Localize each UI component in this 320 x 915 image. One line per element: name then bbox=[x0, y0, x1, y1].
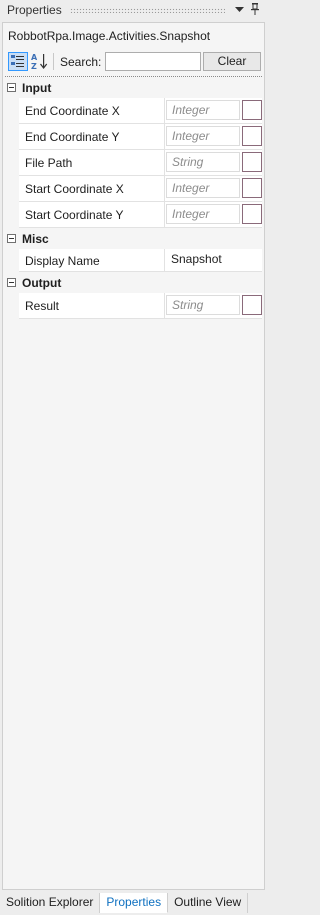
property-row-start-coordinate-x[interactable]: Start Coordinate X Integer bbox=[19, 176, 262, 202]
panel-title: Properties bbox=[7, 3, 62, 17]
property-grid: Input End Coordinate X Integer End Coord… bbox=[5, 76, 262, 319]
property-name: Result bbox=[25, 299, 60, 313]
panel-title-bar[interactable]: Properties bbox=[0, 0, 267, 20]
property-editor-button[interactable] bbox=[242, 204, 262, 224]
sort-alpha-icon[interactable]: A Z bbox=[30, 52, 50, 71]
property-value-field[interactable]: Integer bbox=[166, 100, 240, 120]
property-row-result[interactable]: Result String bbox=[19, 293, 262, 319]
selected-object-name: RobbotRpa.Image.Activities.Snapshot bbox=[8, 29, 211, 43]
tab-outline-view[interactable]: Outline View bbox=[168, 893, 249, 913]
property-row-start-coordinate-y[interactable]: Start Coordinate Y Integer bbox=[19, 202, 262, 228]
category-output[interactable]: Output bbox=[5, 272, 262, 293]
property-name: End Coordinate X bbox=[25, 104, 120, 118]
column-divider bbox=[164, 150, 165, 175]
property-editor-button[interactable] bbox=[242, 178, 262, 198]
clear-button[interactable]: Clear bbox=[203, 52, 261, 71]
category-label: Input bbox=[22, 80, 52, 95]
category-label: Misc bbox=[22, 231, 49, 246]
dropdown-arrow-icon[interactable] bbox=[231, 4, 247, 16]
category-label: Output bbox=[22, 275, 62, 290]
property-value-field[interactable]: Integer bbox=[166, 178, 240, 198]
category-input[interactable]: Input bbox=[5, 77, 262, 98]
svg-text:Z: Z bbox=[31, 62, 37, 71]
svg-text:A: A bbox=[31, 53, 38, 62]
property-value-field[interactable]: Snapshot bbox=[166, 250, 240, 270]
property-name: Start Coordinate X bbox=[25, 182, 124, 196]
categorized-icon[interactable] bbox=[8, 52, 28, 71]
collapse-icon[interactable] bbox=[7, 234, 16, 243]
property-row-display-name[interactable]: Display Name Snapshot bbox=[19, 249, 262, 272]
property-value-field[interactable]: Integer bbox=[166, 204, 240, 224]
toolbar-separator bbox=[53, 53, 54, 70]
property-editor-button[interactable] bbox=[242, 100, 262, 120]
property-editor-button[interactable] bbox=[242, 152, 262, 172]
column-divider bbox=[164, 124, 165, 149]
property-row-end-coordinate-x[interactable]: End Coordinate X Integer bbox=[19, 98, 262, 124]
search-input[interactable] bbox=[105, 52, 201, 71]
property-row-file-path[interactable]: File Path String bbox=[19, 150, 262, 176]
property-value-field[interactable]: String bbox=[166, 295, 240, 315]
category-misc[interactable]: Misc bbox=[5, 228, 262, 249]
property-value-field[interactable]: String bbox=[166, 152, 240, 172]
collapse-icon[interactable] bbox=[7, 278, 16, 287]
bottom-tab-strip: Solition Explorer Properties Outline Vie… bbox=[0, 893, 267, 915]
pin-icon[interactable] bbox=[247, 2, 263, 18]
column-divider bbox=[164, 202, 165, 227]
column-divider bbox=[164, 293, 165, 318]
properties-toolbar: A Z Search: Clear bbox=[6, 51, 263, 73]
tab-solution-explorer[interactable]: Solition Explorer bbox=[0, 893, 101, 913]
property-row-end-coordinate-y[interactable]: End Coordinate Y Integer bbox=[19, 124, 262, 150]
property-name: File Path bbox=[25, 156, 73, 170]
property-value-field[interactable]: Integer bbox=[166, 126, 240, 146]
tab-properties[interactable]: Properties bbox=[100, 893, 169, 913]
property-name: End Coordinate Y bbox=[25, 130, 120, 144]
column-divider bbox=[164, 249, 165, 271]
property-name: Start Coordinate Y bbox=[25, 208, 124, 222]
column-divider bbox=[164, 176, 165, 201]
property-editor-button[interactable] bbox=[242, 295, 262, 315]
collapse-icon[interactable] bbox=[7, 83, 16, 92]
properties-panel: RobbotRpa.Image.Activities.Snapshot A Z … bbox=[2, 22, 265, 890]
column-divider bbox=[164, 98, 165, 123]
drag-grip[interactable] bbox=[69, 7, 225, 13]
search-label: Search: bbox=[60, 55, 102, 69]
property-name: Display Name bbox=[25, 254, 100, 268]
property-editor-button[interactable] bbox=[242, 126, 262, 146]
